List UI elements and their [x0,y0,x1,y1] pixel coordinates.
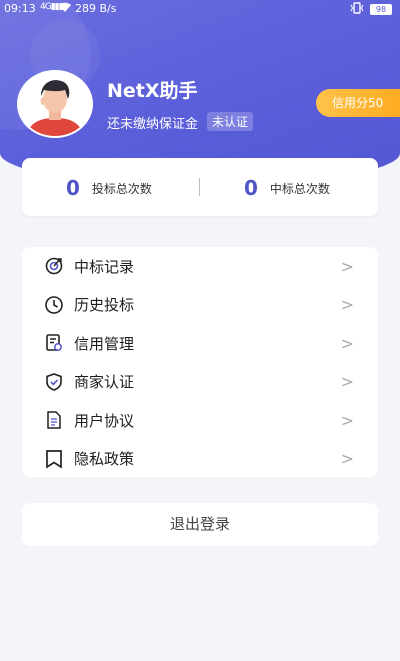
chevron-right-icon: > [340,256,354,276]
network-speed: 289 B/s [75,2,117,15]
bids-stat[interactable]: 0 投标总次数 [66,176,152,200]
target-icon [44,256,64,276]
username: NetX助手 [107,80,198,102]
menu-item-label: 隐私政策 [74,450,135,469]
status-time: 09:13 [4,2,36,15]
menu-item-label: 信用管理 [74,334,135,353]
chevron-right-icon: > [340,333,354,353]
wins-stat[interactable]: 0 中标总次数 [244,176,330,200]
status-bar: 09:13 4G▮▮▮ 289 B/s 98 [0,0,400,18]
menu-item-privacy-policy[interactable]: 隐私政策 > [22,440,378,479]
menu-list: 中标记录 > 历史投标 > 信用管理 > 商家认证 > 用户协议 > 隐私政策 … [22,247,378,477]
chevron-right-icon: > [340,372,354,392]
menu-item-label: 用户协议 [74,411,135,430]
clock-icon [44,295,64,315]
chevron-right-icon: > [340,410,354,430]
menu-item-label: 历史投标 [74,296,135,315]
avatar[interactable] [17,70,93,138]
battery-icon: 98 [370,4,392,15]
avatar-icon [19,72,91,136]
menu-item-user-agreement[interactable]: 用户协议 > [22,401,378,440]
bookmark-icon [44,449,64,469]
vibrate-icon [350,2,364,17]
credit-score-badge[interactable]: 信用分50 [316,89,400,117]
menu-item-label: 中标记录 [74,257,135,276]
bids-label: 投标总次数 [91,181,152,196]
menu-item-credit-management[interactable]: 信用管理 > [22,324,378,363]
stats-divider [199,178,200,196]
chevron-right-icon: > [340,449,354,469]
menu-item-label: 商家认证 [74,373,135,392]
bids-count: 0 [66,176,80,200]
stats-card: 0 投标总次数 0 中标总次数 [22,158,378,216]
shield-check-icon [44,372,64,392]
certificate-icon [44,333,64,353]
wins-count: 0 [244,176,258,200]
menu-item-win-records[interactable]: 中标记录 > [22,247,378,286]
menu-item-merchant-verify[interactable]: 商家认证 > [22,363,378,402]
document-icon [44,410,64,430]
logout-button[interactable]: 退出登录 [22,503,378,546]
wins-label: 中标总次数 [269,181,330,196]
chevron-right-icon: > [340,295,354,315]
deposit-status: 还未缴纳保证金 [107,117,199,132]
wifi-icon [58,1,72,16]
menu-item-bid-history[interactable]: 历史投标 > [22,286,378,325]
verify-badge[interactable]: 未认证 [207,112,254,131]
